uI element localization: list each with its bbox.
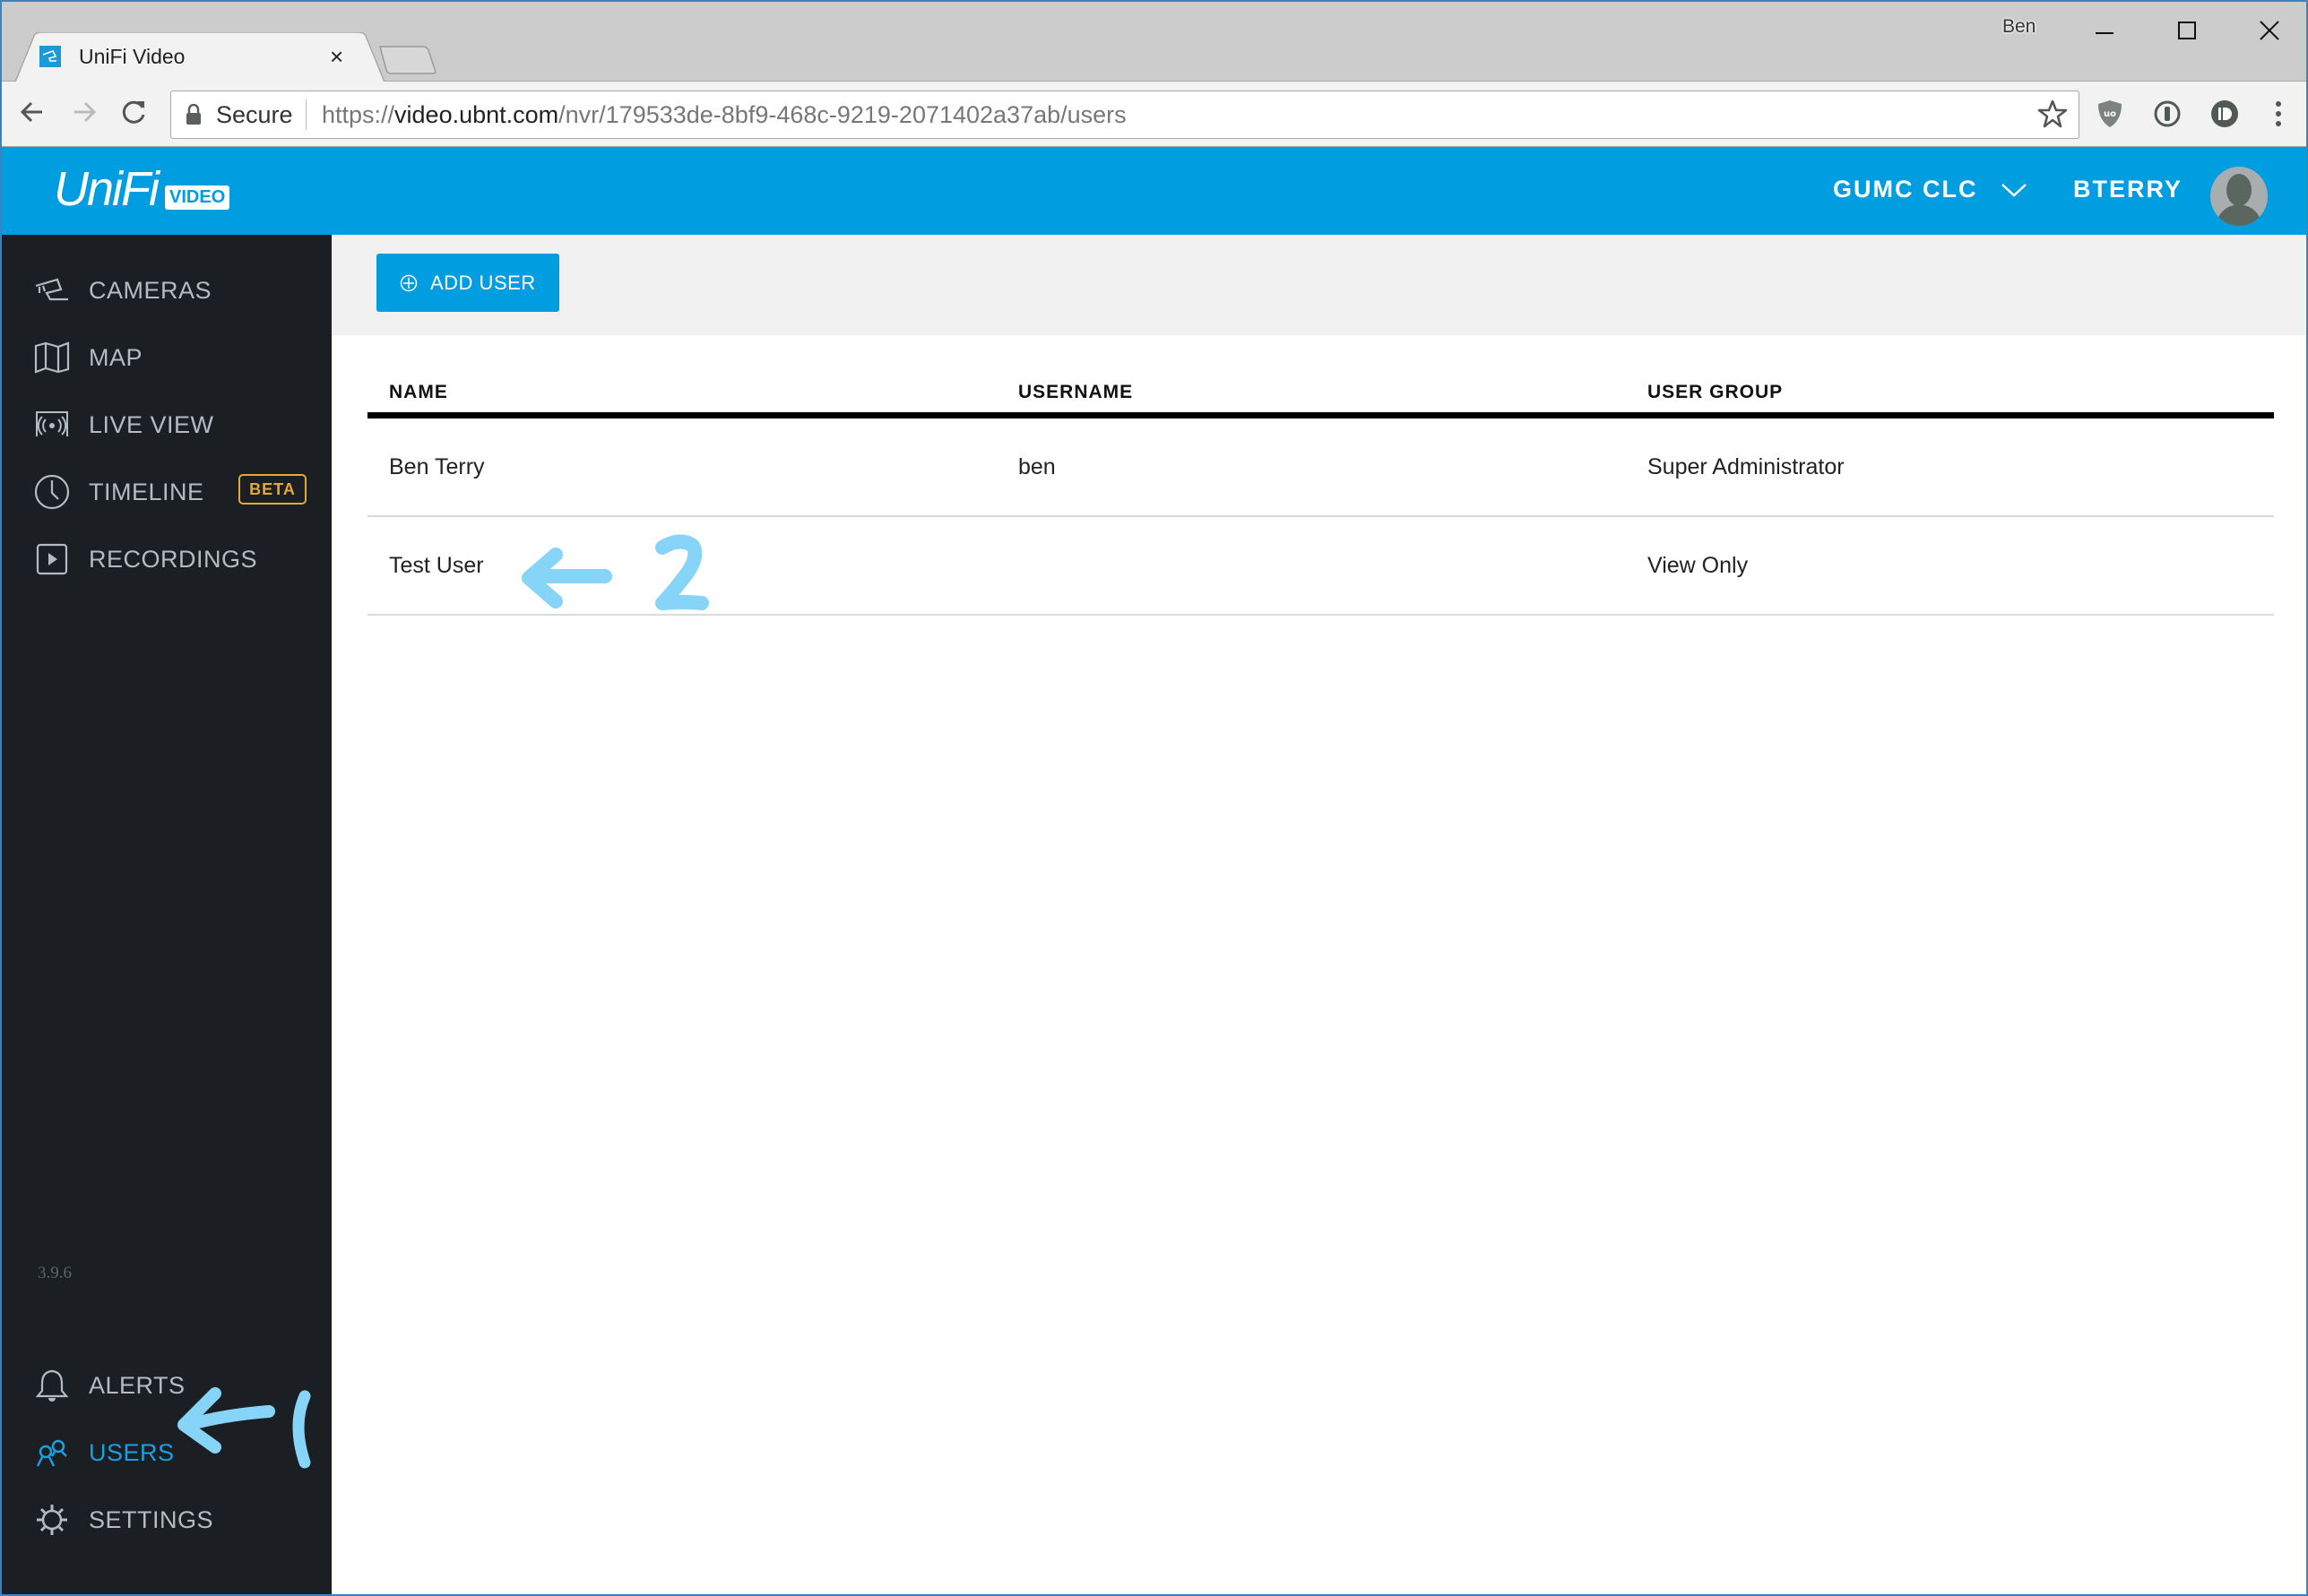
sidebar-item-users[interactable]: USERS xyxy=(2,1426,332,1480)
sidebar-item-cameras[interactable]: CAMERAS xyxy=(2,263,332,317)
maximize-button[interactable] xyxy=(2169,13,2205,48)
sidebar-item-label: MAP xyxy=(89,343,143,371)
profile-name[interactable]: Ben xyxy=(2002,16,2036,38)
users-icon xyxy=(34,1435,70,1471)
bell-icon xyxy=(34,1367,70,1403)
browser-menu-button[interactable] xyxy=(2260,96,2296,132)
tab-strip: UniFi Video × Ben xyxy=(2,2,2306,84)
pushbullet-icon xyxy=(2211,100,2238,127)
close-icon xyxy=(2260,21,2279,40)
1password-icon xyxy=(2154,100,2181,127)
sidebar-item-recordings[interactable]: RECORDINGS xyxy=(2,532,332,586)
sidebar-item-label: CAMERAS xyxy=(89,276,212,304)
cell-user-group: View Only xyxy=(1647,553,1749,578)
ublock-origin-icon: uo xyxy=(2098,100,2122,127)
pushbullet-button[interactable] xyxy=(2207,96,2243,132)
gear-icon xyxy=(34,1502,70,1538)
back-button[interactable] xyxy=(14,94,50,130)
sidebar-item-live-view[interactable]: LIVE VIEW xyxy=(2,398,332,452)
new-tab-button[interactable] xyxy=(378,45,437,75)
site-selector[interactable]: GUMC CLC xyxy=(1833,176,2027,203)
table-row[interactable]: Test User View Only xyxy=(367,517,2274,616)
table-row[interactable]: Ben Terry ben Super Administrator xyxy=(367,418,2274,517)
plus-circle-icon xyxy=(400,274,418,291)
account-name[interactable]: BTERRY xyxy=(2073,176,2183,203)
user-silhouette-icon xyxy=(2216,174,2262,226)
live-view-icon xyxy=(34,407,70,443)
sidebar-item-timeline[interactable]: TIMELINE BETA xyxy=(2,465,332,519)
version-label: 3.9.6 xyxy=(38,1264,72,1282)
browser-toolbar: Secure https://video.ubnt.com/nvr/179533… xyxy=(2,82,2306,147)
unifi-favicon-icon xyxy=(39,46,61,67)
logo-text: UniFi xyxy=(54,162,160,216)
cell-username: ben xyxy=(1018,454,1056,479)
column-header-user-group[interactable]: USER GROUP xyxy=(1647,382,1783,403)
minimize-icon xyxy=(2096,32,2114,34)
sidebar-item-label: TIMELINE xyxy=(89,478,204,505)
app-header: UniFi VIDEO GUMC CLC BTERRY xyxy=(2,147,2306,235)
ublock-origin-button[interactable]: uo xyxy=(2092,96,2128,132)
forward-button[interactable] xyxy=(66,94,102,130)
sidebar-item-settings[interactable]: SETTINGS xyxy=(2,1493,332,1547)
svg-text:uo: uo xyxy=(2104,109,2116,119)
sidebar-item-label: SETTINGS xyxy=(89,1505,214,1533)
security-label: Secure xyxy=(216,101,293,128)
map-icon xyxy=(34,340,70,375)
chevron-down-icon xyxy=(2001,183,2027,197)
cell-user-group: Super Administrator xyxy=(1647,454,1845,479)
unifi-video-logo[interactable]: UniFi VIDEO xyxy=(54,161,230,217)
sidebar-item-label: RECORDINGS xyxy=(89,545,258,573)
main-content: ADD USER NAME USERNAME USER GROUP Ben Te… xyxy=(332,235,2306,1594)
users-table: NAME USERNAME USER GROUP Ben Terry ben S… xyxy=(367,369,2274,616)
url-scheme: https:// xyxy=(322,101,395,128)
minimize-button[interactable] xyxy=(2087,13,2122,48)
column-header-name[interactable]: NAME xyxy=(389,382,448,403)
beta-badge: BETA xyxy=(238,474,307,505)
url-host: video.ubnt.com xyxy=(394,101,559,128)
sidebar: CAMERAS MAP LIVE VIEW TIMELINE BETA RECO… xyxy=(2,235,332,1594)
address-bar[interactable]: Secure https://video.ubnt.com/nvr/179533… xyxy=(170,91,2079,139)
table-header: NAME USERNAME USER GROUP xyxy=(367,369,2274,418)
clock-icon xyxy=(34,474,70,510)
add-user-label: ADD USER xyxy=(430,271,536,294)
sidebar-item-label: LIVE VIEW xyxy=(89,410,214,438)
bookmark-star-icon[interactable] xyxy=(2037,99,2068,129)
camera-icon xyxy=(34,272,70,308)
url-path: /nvr/179533de-8bf9-468c-9219-2071402a37a… xyxy=(558,101,1127,128)
avatar[interactable] xyxy=(2210,167,2268,226)
forward-arrow-icon xyxy=(74,101,97,123)
back-arrow-icon xyxy=(20,101,42,123)
tab-close-icon[interactable]: × xyxy=(330,43,343,71)
1password-button[interactable] xyxy=(2149,96,2185,132)
sidebar-item-label: USERS xyxy=(89,1438,175,1466)
more-vertical-icon xyxy=(2276,101,2281,126)
sidebar-item-label: ALERTS xyxy=(89,1371,186,1399)
sidebar-item-map[interactable]: MAP xyxy=(2,331,332,384)
play-icon xyxy=(34,541,70,577)
logo-badge: VIDEO xyxy=(165,185,230,210)
maximize-icon xyxy=(2178,22,2196,39)
site-name: GUMC CLC xyxy=(1833,176,1978,203)
cell-name: Ben Terry xyxy=(389,454,485,479)
reload-icon xyxy=(122,100,145,124)
column-header-username[interactable]: USERNAME xyxy=(1018,382,1133,403)
add-user-button[interactable]: ADD USER xyxy=(376,254,559,312)
close-window-button[interactable] xyxy=(2252,13,2287,48)
lock-icon xyxy=(186,104,201,125)
sidebar-item-alerts[interactable]: ALERTS xyxy=(2,1359,332,1412)
address-separator xyxy=(306,99,307,130)
action-bar: ADD USER xyxy=(332,235,2306,335)
reload-button[interactable] xyxy=(117,94,152,130)
tab-title[interactable]: UniFi Video xyxy=(79,45,185,69)
cell-name: Test User xyxy=(389,553,484,578)
url-text[interactable]: https://video.ubnt.com/nvr/179533de-8bf9… xyxy=(322,101,1127,129)
